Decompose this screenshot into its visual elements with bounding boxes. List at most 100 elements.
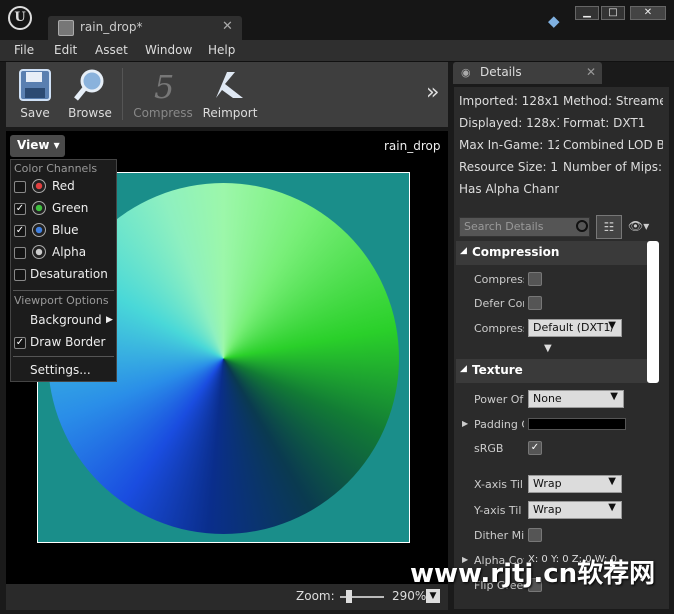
close-window-button[interactable]: ✕ bbox=[630, 6, 666, 20]
close-details-icon[interactable]: ✕ bbox=[586, 65, 596, 79]
alpha-channel-icon bbox=[32, 245, 46, 259]
unreal-logo-icon: U bbox=[8, 6, 32, 30]
menu-edit[interactable]: Edit bbox=[54, 43, 77, 57]
settings-item[interactable]: Settings... bbox=[11, 361, 116, 381]
desaturation-checkbox[interactable] bbox=[14, 269, 26, 281]
browse-button[interactable]: Browse bbox=[62, 64, 118, 124]
texture-viewport[interactable]: View ▾ rain_drop Color Channels Red ✓ Gr… bbox=[6, 131, 448, 584]
draw-border-item[interactable]: ✓ Draw Border bbox=[11, 333, 116, 353]
save-button[interactable]: Save bbox=[10, 64, 60, 124]
details-tab[interactable]: ◉ Details ✕ bbox=[453, 62, 602, 84]
dropdown-arrow-icon: ▼ bbox=[610, 391, 618, 402]
viewport-options-header: Viewport Options bbox=[14, 294, 109, 307]
info-method: Method: Streamec bbox=[563, 94, 663, 108]
green-checkbox[interactable]: ✓ bbox=[14, 203, 26, 215]
x-tiling-value: Wrap bbox=[533, 477, 562, 490]
texture-category[interactable]: ◢ Texture bbox=[456, 359, 650, 383]
compression-settings-value: Default (DXT1/ bbox=[533, 321, 615, 334]
info-has-alpha: Has Alpha Channe bbox=[459, 182, 559, 196]
search-icon bbox=[576, 220, 588, 232]
info-combined-lod: Combined LOD Bi bbox=[563, 138, 663, 152]
channel-blue-item[interactable]: ✓ Blue bbox=[11, 221, 116, 241]
visibility-options-icon[interactable]: 👁▾ bbox=[628, 219, 649, 233]
tab-title: rain_drop* bbox=[80, 20, 143, 34]
x-tiling-dropdown[interactable]: Wrap ▼ bbox=[528, 475, 622, 493]
menu-file[interactable]: File bbox=[14, 43, 34, 57]
toolbar-divider bbox=[122, 68, 123, 120]
blue-channel-icon bbox=[32, 223, 46, 237]
texture-asset-icon bbox=[58, 20, 74, 36]
prop-compression-settings-name: Compress bbox=[474, 322, 524, 335]
dropdown-arrow-icon: ▼ bbox=[608, 476, 616, 487]
menu-asset[interactable]: Asset bbox=[95, 43, 128, 57]
compression-title: Compression bbox=[472, 245, 560, 259]
power-of-two-dropdown[interactable]: None ▼ bbox=[528, 390, 624, 408]
zoom-label: Zoom: bbox=[296, 589, 335, 603]
reimport-button[interactable]: Reimport bbox=[200, 64, 260, 124]
compress-icon: 5 bbox=[154, 68, 174, 102]
dropdown-arrow-icon: ▼ bbox=[608, 320, 616, 331]
zoom-value: 290% bbox=[392, 589, 427, 603]
toolbar-overflow-icon[interactable]: » bbox=[426, 80, 439, 105]
details-panel: Imported: 128x12 Displayed: 128x12 Max I… bbox=[453, 86, 670, 610]
menu-help[interactable]: Help bbox=[208, 43, 235, 57]
title-bar: U rain_drop* ✕ ◆ ▁ □ ✕ bbox=[0, 0, 674, 40]
info-num-mips: Number of Mips: 8 bbox=[563, 160, 663, 174]
y-tiling-dropdown[interactable]: Wrap ▼ bbox=[528, 501, 622, 519]
alpha-checkbox[interactable] bbox=[14, 247, 26, 259]
zoom-slider-thumb[interactable] bbox=[346, 590, 352, 603]
expand-arrow-icon[interactable]: ▶ bbox=[462, 419, 468, 428]
menu-window[interactable]: Window bbox=[145, 43, 192, 57]
menu-divider bbox=[13, 356, 114, 357]
search-details-input[interactable]: Search Details bbox=[459, 217, 590, 237]
channel-red-item[interactable]: Red bbox=[11, 177, 116, 197]
collapse-arrow-icon: ◢ bbox=[460, 246, 467, 256]
view-label: View bbox=[17, 138, 50, 152]
info-imported: Imported: 128x12 bbox=[459, 94, 559, 108]
reimport-icon bbox=[216, 72, 243, 98]
zoom-dropdown-button[interactable]: ▼ bbox=[426, 589, 440, 603]
compress-button[interactable]: 5 Compress bbox=[130, 64, 196, 124]
compress-checkbox[interactable] bbox=[528, 272, 542, 286]
dither-mip-checkbox[interactable] bbox=[528, 528, 542, 542]
desaturation-item[interactable]: Desaturation bbox=[11, 265, 116, 285]
y-tiling-value: Wrap bbox=[533, 503, 562, 516]
info-resource-size: Resource Size: 11 bbox=[459, 160, 559, 174]
channel-green-item[interactable]: ✓ Green bbox=[11, 199, 116, 219]
pin-icon[interactable]: ◆ bbox=[548, 12, 560, 30]
defer-compression-checkbox[interactable] bbox=[528, 296, 542, 310]
view-menu-button[interactable]: View ▾ bbox=[10, 135, 65, 157]
prop-power-of-two-name: Power Of bbox=[474, 393, 524, 406]
srgb-checkbox[interactable]: ✓ bbox=[528, 441, 542, 455]
background-submenu-item[interactable]: Background ▶ bbox=[11, 311, 116, 331]
maximize-button[interactable]: □ bbox=[601, 6, 625, 20]
info-displayed: Displayed: 128x12 bbox=[459, 116, 559, 130]
svg-text:5: 5 bbox=[154, 68, 174, 102]
red-checkbox[interactable] bbox=[14, 181, 26, 193]
details-tab-title: Details bbox=[480, 65, 522, 79]
asset-name-label: rain_drop bbox=[384, 139, 441, 153]
channel-alpha-item[interactable]: Alpha bbox=[11, 243, 116, 263]
red-channel-icon bbox=[32, 179, 46, 193]
property-matrix-button[interactable]: ☷ bbox=[596, 215, 622, 239]
close-tab-icon[interactable]: ✕ bbox=[222, 19, 233, 34]
advanced-expand-icon[interactable]: ▼ bbox=[544, 343, 552, 354]
prop-compress-name: Compress bbox=[474, 273, 524, 286]
magnifier-icon bbox=[74, 69, 104, 101]
watermark: www.rjtj.cn软荐网 bbox=[410, 559, 656, 589]
compression-category[interactable]: ◢ Compression bbox=[456, 241, 650, 265]
blue-checkbox[interactable]: ✓ bbox=[14, 225, 26, 237]
prop-y-tiling-name: Y-axis Til bbox=[474, 504, 522, 517]
padding-color-swatch[interactable] bbox=[528, 418, 626, 430]
minimize-button[interactable]: ▁ bbox=[575, 6, 599, 20]
compression-settings-dropdown[interactable]: Default (DXT1/▼ bbox=[528, 319, 622, 337]
details-scrollbar[interactable] bbox=[647, 241, 659, 383]
document-tab[interactable]: rain_drop* ✕ bbox=[48, 16, 242, 40]
info-format: Format: DXT1 bbox=[563, 116, 646, 130]
draw-border-checkbox[interactable]: ✓ bbox=[14, 337, 26, 349]
prop-srgb-name: sRGB bbox=[474, 442, 504, 455]
collapse-arrow-icon: ◢ bbox=[460, 364, 467, 374]
dropdown-arrow-icon: ▼ bbox=[608, 502, 616, 513]
prop-defer-name: Defer Con bbox=[474, 297, 524, 310]
menu-bar: File Edit Asset Window Help bbox=[0, 40, 674, 62]
